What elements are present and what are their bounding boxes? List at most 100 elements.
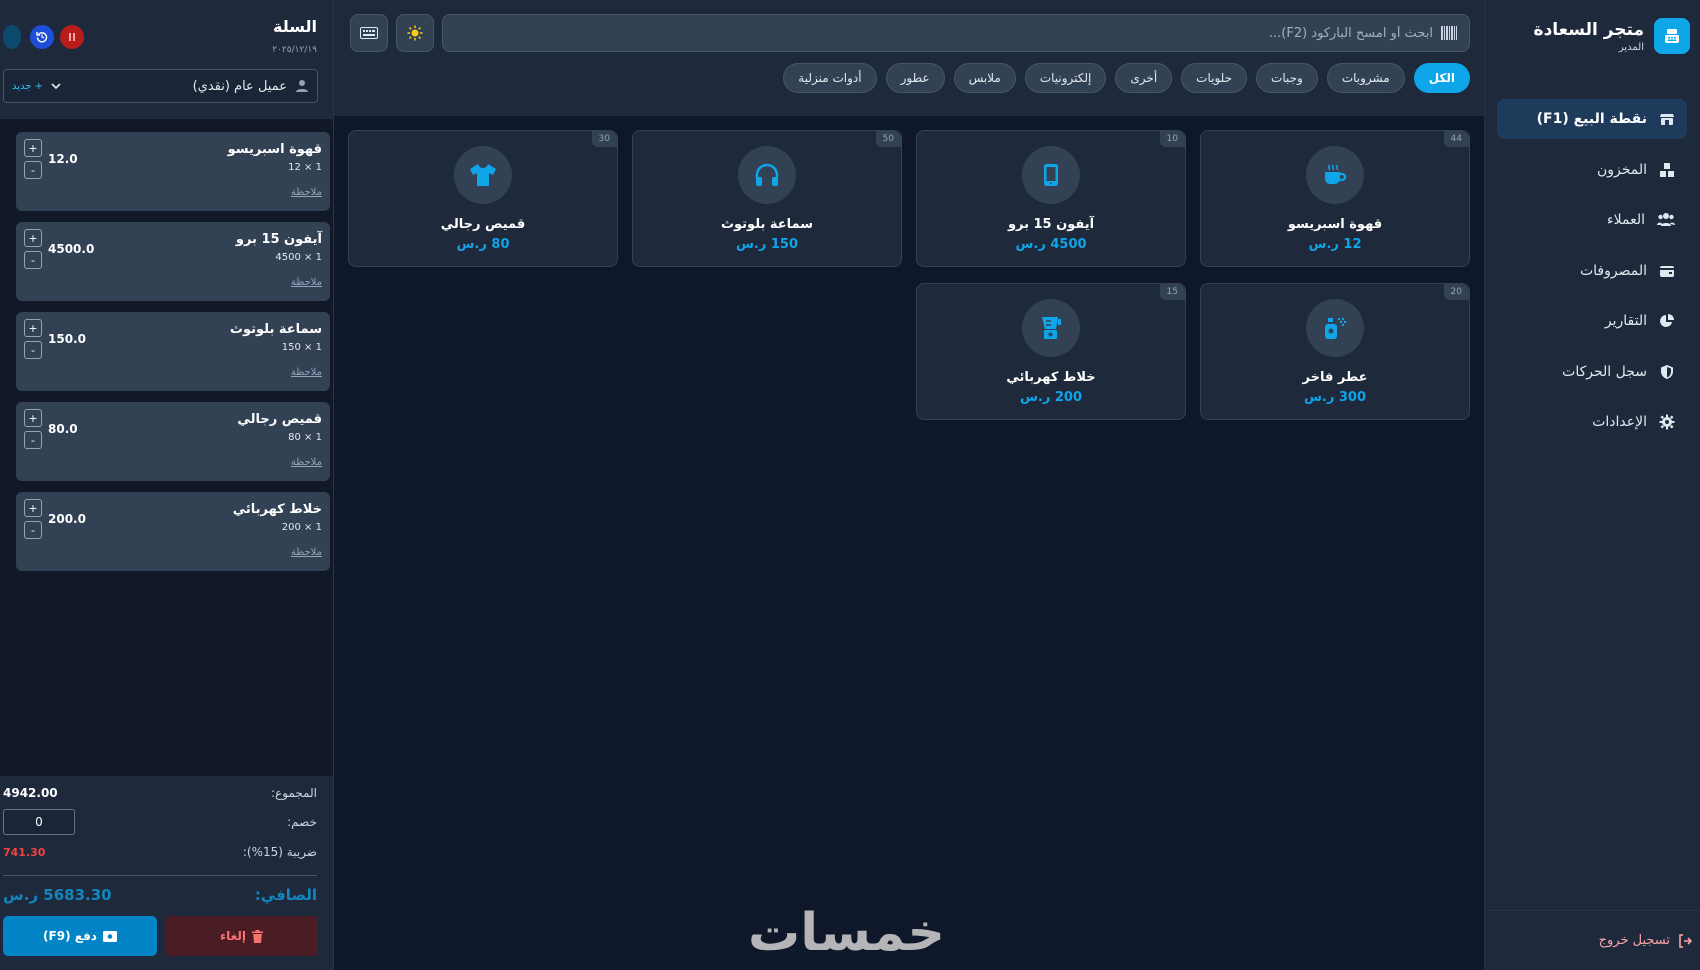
discount-input[interactable]	[3, 809, 75, 835]
search-input[interactable]	[455, 25, 1433, 41]
customer-name: عميل عام (نقدي)	[192, 78, 287, 94]
cart-summary: المجموع: 4942.00 خصم: ضريبة (15%): 741.3…	[0, 776, 333, 970]
product-name: سماعة بلوتوث	[720, 217, 814, 232]
user-icon	[296, 80, 308, 92]
nav-item-pos[interactable]: نقطة البيع (F1)	[1497, 99, 1687, 139]
product-name: خلاط كهربائي	[1006, 370, 1096, 385]
nav-label: نقطة البيع (F1)	[1536, 111, 1647, 127]
increase-qty-button[interactable]: +	[24, 409, 42, 427]
keyboard-shortcuts-button[interactable]	[350, 14, 388, 52]
nav-item-expenses[interactable]: المصروفات	[1497, 251, 1687, 291]
nav-item-settings[interactable]: الإعدادات	[1497, 402, 1687, 442]
watermark-logo: خمسات	[748, 903, 946, 963]
product-card[interactable]: 10 آيفون 15 برو 4500 ر.س	[916, 130, 1186, 267]
product-price: 12 ر.س	[1308, 237, 1362, 252]
pay-button[interactable]: دفع (F9)	[3, 916, 157, 956]
cart-item-note-link[interactable]: ملاحظة	[291, 367, 322, 378]
nav-item-inventory[interactable]: المخزون	[1497, 150, 1687, 190]
cart-panel: السلة ٢٠٢٥/١٢/١٩ عميل عام (نقدي) + جديد …	[0, 0, 334, 970]
decrease-qty-button[interactable]: -	[24, 431, 42, 449]
search-box	[442, 14, 1470, 52]
product-price: 80 ر.س	[456, 237, 510, 252]
net-row: الصافي: 5683.30 ر.س	[3, 886, 317, 904]
cart-item: قهوة اسبريسو 1 × 12 ملاحظة 12.0 + -	[16, 132, 330, 211]
increase-qty-button[interactable]: +	[24, 229, 42, 247]
cart-item-total: 200.0	[48, 512, 86, 526]
tax-label: ضريبة (15%):	[242, 845, 317, 859]
increase-qty-button[interactable]: +	[24, 499, 42, 517]
divider	[3, 875, 317, 876]
stock-badge: 20	[1443, 284, 1469, 300]
category-chip-drinks[interactable]: مشروبات	[1326, 63, 1405, 93]
users-icon	[1657, 213, 1675, 226]
nav-item-customers[interactable]: العملاء	[1497, 200, 1687, 240]
cart-item-note-link[interactable]: ملاحظة	[291, 187, 322, 198]
new-customer-link[interactable]: + جديد	[12, 81, 43, 92]
keyboard-icon	[360, 27, 378, 39]
cart-item-qty: 1 × 200	[281, 522, 322, 533]
cart-item-total: 4500.0	[48, 242, 95, 256]
cart-item-total: 12.0	[48, 152, 78, 166]
brand: متجر السعادة المدير	[1534, 18, 1690, 54]
stock-badge: 50	[875, 131, 901, 147]
cash-register-icon	[1654, 18, 1690, 54]
increase-qty-button[interactable]: +	[24, 319, 42, 337]
increase-qty-button[interactable]: +	[24, 139, 42, 157]
wallet-icon	[1660, 265, 1674, 277]
phone-icon	[1022, 146, 1080, 204]
cart-item-note-link[interactable]: ملاحظة	[291, 457, 322, 468]
category-chip-perfumes[interactable]: عطور	[885, 63, 945, 93]
theme-toggle-button[interactable]	[396, 14, 434, 52]
discount-row: خصم:	[3, 809, 317, 835]
logout-button[interactable]: تسجيل خروج	[1484, 910, 1700, 970]
money-icon	[102, 930, 117, 942]
category-chip-electronics[interactable]: إلكترونيات	[1024, 63, 1107, 93]
product-card[interactable]: 30 قميص رجالي 80 ر.س	[348, 130, 618, 267]
decrease-qty-button[interactable]: -	[24, 521, 42, 539]
cart-item: قميص رجالي 1 × 80 ملاحظة 80.0 + -	[16, 402, 330, 481]
stock-badge: 30	[591, 131, 617, 147]
more-actions-button[interactable]	[3, 25, 21, 49]
product-grid: 44 قهوة اسبريسو 12 ر.س 10 آيفون 15 برو 4…	[348, 130, 1470, 420]
product-card[interactable]: 20 عطر فاخر 300 ر.س	[1200, 283, 1470, 420]
category-chip-other[interactable]: أخرى	[1115, 63, 1173, 93]
nav-item-reports[interactable]: التقارير	[1497, 301, 1687, 341]
cart-item-total: 150.0	[48, 332, 86, 346]
shield-icon	[1661, 364, 1673, 379]
category-chip-household[interactable]: أدوات منزلية	[783, 63, 877, 93]
product-price: 200 ر.س	[1019, 390, 1083, 405]
product-card[interactable]: 15 خلاط كهربائي 200 ر.س	[916, 283, 1186, 420]
cart-item-qty: 1 × 80	[288, 432, 322, 443]
boxes-icon	[1660, 162, 1674, 177]
product-card[interactable]: 44 قهوة اسبريسو 12 ر.س	[1200, 130, 1470, 267]
nav-item-activity-log[interactable]: سجل الحركات	[1497, 352, 1687, 392]
product-card[interactable]: 50 سماعة بلوتوث 150 ر.س	[632, 130, 902, 267]
cart-item-note-link[interactable]: ملاحظة	[291, 277, 322, 288]
category-chip-meals[interactable]: وجبات	[1256, 63, 1318, 93]
decrease-qty-button[interactable]: -	[24, 251, 42, 269]
nav-label: المصروفات	[1579, 262, 1647, 279]
cancel-order-button[interactable]: إلغاء	[165, 916, 318, 956]
decrease-qty-button[interactable]: -	[24, 161, 42, 179]
customer-select[interactable]: عميل عام (نقدي) + جديد	[3, 69, 318, 103]
product-price: 4500 ر.س	[1015, 237, 1087, 252]
recall-orders-button[interactable]	[30, 25, 54, 49]
cart-item-note-link[interactable]: ملاحظة	[291, 547, 322, 558]
pause-icon	[69, 33, 75, 41]
headphones-icon	[738, 146, 796, 204]
net-label: الصافي:	[254, 886, 317, 904]
main-header: الكل مشروبات وجبات حلويات أخرى إلكترونيا…	[334, 0, 1484, 116]
nav-label: سجل الحركات	[1562, 363, 1647, 380]
cancel-label: إلغاء	[219, 929, 247, 943]
store-icon	[1660, 114, 1674, 125]
cart-item-name: آيفون 15 برو	[235, 232, 322, 247]
product-name: آيفون 15 برو	[1007, 217, 1095, 232]
hold-order-button[interactable]	[60, 25, 84, 49]
cart-date: ٢٠٢٥/١٢/١٩	[272, 45, 317, 55]
cart-item-qty: 1 × 12	[288, 162, 322, 173]
category-chip-all[interactable]: الكل	[1413, 63, 1470, 93]
category-chip-sweets[interactable]: حلويات	[1181, 63, 1248, 93]
category-chip-clothes[interactable]: ملابس	[953, 63, 1016, 93]
user-role: المدير	[1618, 41, 1644, 53]
decrease-qty-button[interactable]: -	[24, 341, 42, 359]
